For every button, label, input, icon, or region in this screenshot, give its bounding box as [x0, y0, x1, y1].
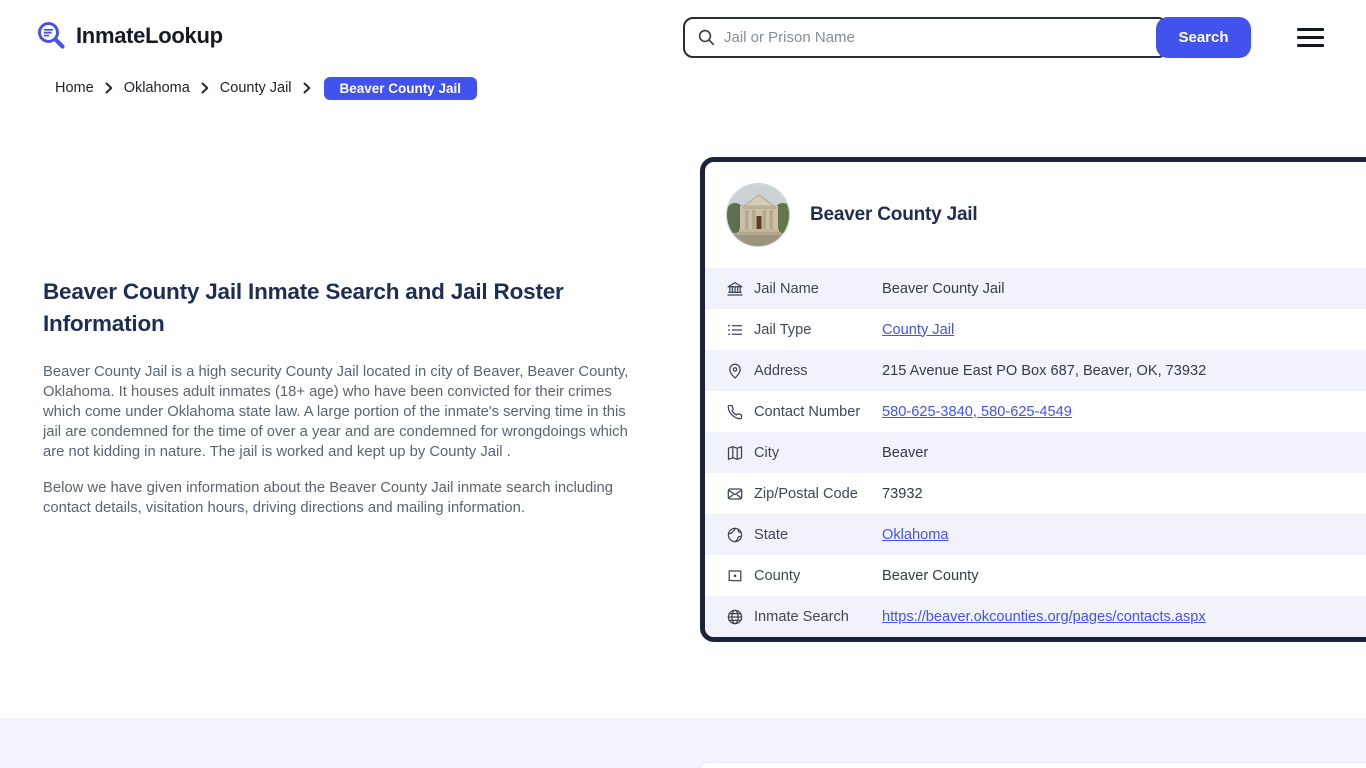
jail-detail-row: Jail NameBeaver County Jail [705, 268, 1366, 309]
next-card-top-edge [700, 762, 1366, 768]
detail-value: Beaver County Jail [882, 281, 1005, 297]
jail-photo [726, 183, 790, 247]
detail-value: 73932 [882, 486, 923, 502]
jail-details-table: Jail NameBeaver County JailJail TypeCoun… [705, 268, 1366, 637]
article-paragraph-1: Beaver County Jail is a high security Co… [43, 362, 641, 462]
detail-label: Inmate Search [754, 609, 882, 625]
magnifier-logo-icon [36, 20, 67, 51]
jail-detail-row: Contact Number580-625-3840, 580-625-4549 [705, 391, 1366, 432]
jail-card-header: Beaver County Jail [705, 162, 1366, 268]
breadcrumb-link-home[interactable]: Home [55, 80, 94, 96]
detail-label: City [754, 445, 882, 461]
phone-icon [726, 403, 744, 421]
jail-info-card: Beaver County Jail Jail NameBeaver Count… [700, 157, 1366, 642]
search-bar: Search [683, 17, 1251, 58]
chevron-right-icon [201, 82, 209, 94]
detail-label: County [754, 568, 882, 584]
search-input[interactable] [724, 19, 1166, 56]
detail-label: Contact Number [754, 404, 882, 420]
bottom-section [0, 718, 1366, 768]
bank-icon [726, 280, 744, 298]
brand-name: InmateLookup [76, 23, 223, 49]
earth-icon [726, 526, 744, 544]
breadcrumb-link-county-jail[interactable]: County Jail [220, 80, 292, 96]
detail-label: Zip/Postal Code [754, 486, 882, 502]
breadcrumb-current-badge: Beaver County Jail [324, 77, 478, 100]
location-pin-icon [726, 362, 744, 380]
jail-detail-row: CountyBeaver County [705, 555, 1366, 596]
jail-detail-row: CityBeaver [705, 432, 1366, 473]
brand-logo[interactable]: InmateLookup [36, 20, 223, 51]
detail-value[interactable]: Oklahoma [882, 527, 949, 543]
jail-detail-row: Address215 Avenue East PO Box 687, Beave… [705, 350, 1366, 391]
search-input-wrap [683, 17, 1168, 58]
flag-map-icon [726, 567, 744, 585]
detail-value[interactable]: 580-625-3840, 580-625-4549 [882, 404, 1072, 420]
jail-detail-row: Jail TypeCounty Jail [705, 309, 1366, 350]
search-button[interactable]: Search [1156, 17, 1251, 58]
detail-value: 215 Avenue East PO Box 687, Beaver, OK, … [882, 363, 1206, 379]
map-icon [726, 444, 744, 462]
jail-detail-row: Zip/Postal Code73932 [705, 473, 1366, 514]
detail-label: State [754, 527, 882, 543]
jail-card-title: Beaver County Jail [810, 204, 977, 226]
detail-label: Address [754, 363, 882, 379]
article-paragraph-2: Below we have given information about th… [43, 478, 641, 518]
breadcrumb: Home Oklahoma County Jail Beaver County Jai… [55, 76, 477, 100]
chevron-right-icon [105, 82, 113, 94]
detail-value: Beaver [882, 445, 928, 461]
page-title: Beaver County Jail Inmate Search and Jai… [43, 276, 641, 340]
search-icon [697, 28, 716, 47]
globe-icon [726, 608, 744, 626]
chevron-right-icon [303, 82, 311, 94]
jail-detail-row: Inmate Searchhttps://beaver.okcounties.o… [705, 596, 1366, 637]
mail-open-icon [726, 485, 744, 503]
jail-detail-row: StateOklahoma [705, 514, 1366, 555]
detail-label: Jail Type [754, 322, 882, 338]
breadcrumb-link-oklahoma[interactable]: Oklahoma [124, 80, 190, 96]
detail-value[interactable]: https://beaver.okcounties.org/pages/cont… [882, 609, 1206, 625]
menu-icon[interactable] [1297, 28, 1324, 47]
article: Beaver County Jail Inmate Search and Jai… [43, 276, 641, 534]
detail-value[interactable]: County Jail [882, 322, 954, 338]
detail-label: Jail Name [754, 281, 882, 297]
list-icon [726, 321, 744, 339]
detail-value: Beaver County [882, 568, 979, 584]
